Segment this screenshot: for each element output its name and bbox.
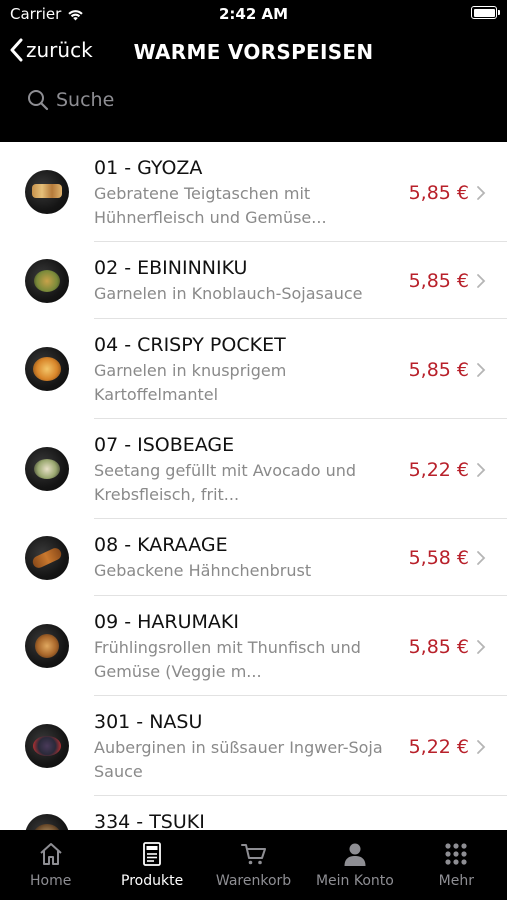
item-description: Frühlingsrollen mit Thunfisch und Gemüse… [94, 638, 361, 681]
item-description: Seetang gefüllt mit Avocado und Krebsfle… [94, 461, 357, 504]
product-thumbnail [25, 170, 69, 214]
chevron-right-icon [477, 740, 486, 754]
item-price: 5,85 € [408, 270, 469, 292]
tab-home[interactable]: Home [0, 830, 101, 900]
item-title: 01 - GYOZA [94, 157, 203, 179]
chevron-right-icon [477, 274, 486, 288]
status-bar: Carrier 2:42 AM [0, 0, 507, 28]
tab-mein-konto[interactable]: Mein Konto [304, 830, 405, 900]
list-item[interactable]: 301 - NASU Auberginen in süßsauer Ingwer… [0, 696, 507, 796]
person-icon [344, 843, 366, 866]
status-time: 2:42 AM [218, 5, 289, 23]
item-price: 5,85 € [408, 359, 469, 381]
item-price: 5,22 € [408, 736, 469, 758]
screen: Carrier 2:42 AM zurück WARME VORSPEISEN … [0, 0, 507, 900]
chevron-right-icon [477, 551, 486, 565]
item-description: Auberginen in süßsauer Ingwer-Soja Sauce [94, 738, 383, 781]
product-list: 01 - GYOZA Gebratene Teigtaschen mit Hüh… [0, 142, 507, 830]
list-item[interactable]: 01 - GYOZA Gebratene Teigtaschen mit Hüh… [0, 142, 507, 242]
header: Carrier 2:42 AM zurück WARME VORSPEISEN … [0, 0, 507, 142]
tab-mehr[interactable]: Mehr [406, 830, 507, 900]
item-description: Garnelen in Knoblauch-Sojasauce [94, 284, 363, 303]
product-thumbnail [25, 347, 69, 391]
product-thumbnail [25, 814, 69, 830]
search-placeholder: Suche [56, 89, 115, 111]
tab-warenkorb[interactable]: Warenkorb [203, 830, 304, 900]
list-item[interactable]: 09 - HARUMAKI Frühlingsrollen mit Thunfi… [0, 596, 507, 696]
item-description: Gebackene Hähnchenbrust [94, 561, 312, 580]
nav-bar: zurück WARME VORSPEISEN [0, 34, 507, 74]
list-item[interactable]: 08 - KARAAGE Gebackene Hähnchenbrust 5,5… [0, 519, 507, 596]
item-price: 5,58 € [408, 547, 469, 569]
item-price: 5,85 € [408, 636, 469, 658]
item-title: 08 - KARAAGE [94, 534, 228, 556]
product-thumbnail [25, 447, 69, 491]
item-title: 301 - NASU [94, 711, 203, 733]
item-title: 07 - ISOBEAGE [94, 434, 235, 456]
cart-icon [240, 844, 266, 865]
chevron-right-icon [477, 186, 486, 200]
tab-bar: Home Produkte Warenkorb Mein Konto Mehr [0, 830, 507, 900]
tab-label: Produkte [121, 873, 184, 889]
tab-label: Home [30, 873, 72, 889]
grid-dots-icon [445, 843, 467, 865]
tab-label: Warenkorb [215, 873, 292, 889]
item-title: 04 - CRISPY POCKET [94, 334, 286, 356]
product-thumbnail [25, 259, 69, 303]
home-icon [40, 843, 62, 865]
chevron-right-icon [477, 363, 486, 377]
tab-label: Mehr [438, 873, 474, 889]
list-item[interactable]: 07 - ISOBEAGE Seetang gefüllt mit Avocad… [0, 419, 507, 519]
item-title: 09 - HARUMAKI [94, 611, 239, 633]
item-price: 5,85 € [408, 182, 469, 204]
menu-book-icon [143, 842, 162, 866]
tab-label: Mein Konto [315, 873, 394, 889]
page-title: WARME VORSPEISEN [133, 40, 374, 64]
search-icon [28, 90, 49, 111]
list-item[interactable]: 02 - EBININNIKU Garnelen in Knoblauch-So… [0, 242, 507, 319]
product-thumbnail [25, 624, 69, 668]
item-price: 5,22 € [408, 459, 469, 481]
list-item[interactable]: 04 - CRISPY POCKET Garnelen in knusprige… [0, 319, 507, 419]
item-description: Garnelen in knusprigem Kartoffelmantel [94, 361, 287, 404]
chevron-right-icon [477, 640, 486, 654]
product-thumbnail [25, 536, 69, 580]
product-thumbnail [25, 724, 69, 768]
item-description: Gebratene Teigtaschen mit Hühnerfleisch … [94, 184, 327, 227]
search-input[interactable]: Suche [26, 88, 114, 112]
battery-icon [471, 6, 500, 19]
chevron-right-icon [477, 463, 486, 477]
item-title: 02 - EBININNIKU [94, 257, 248, 279]
item-title: 334 - TSUKI [94, 811, 205, 830]
tab-produkte[interactable]: Produkte [101, 830, 202, 900]
list-item[interactable]: 334 - TSUKI [0, 796, 507, 830]
